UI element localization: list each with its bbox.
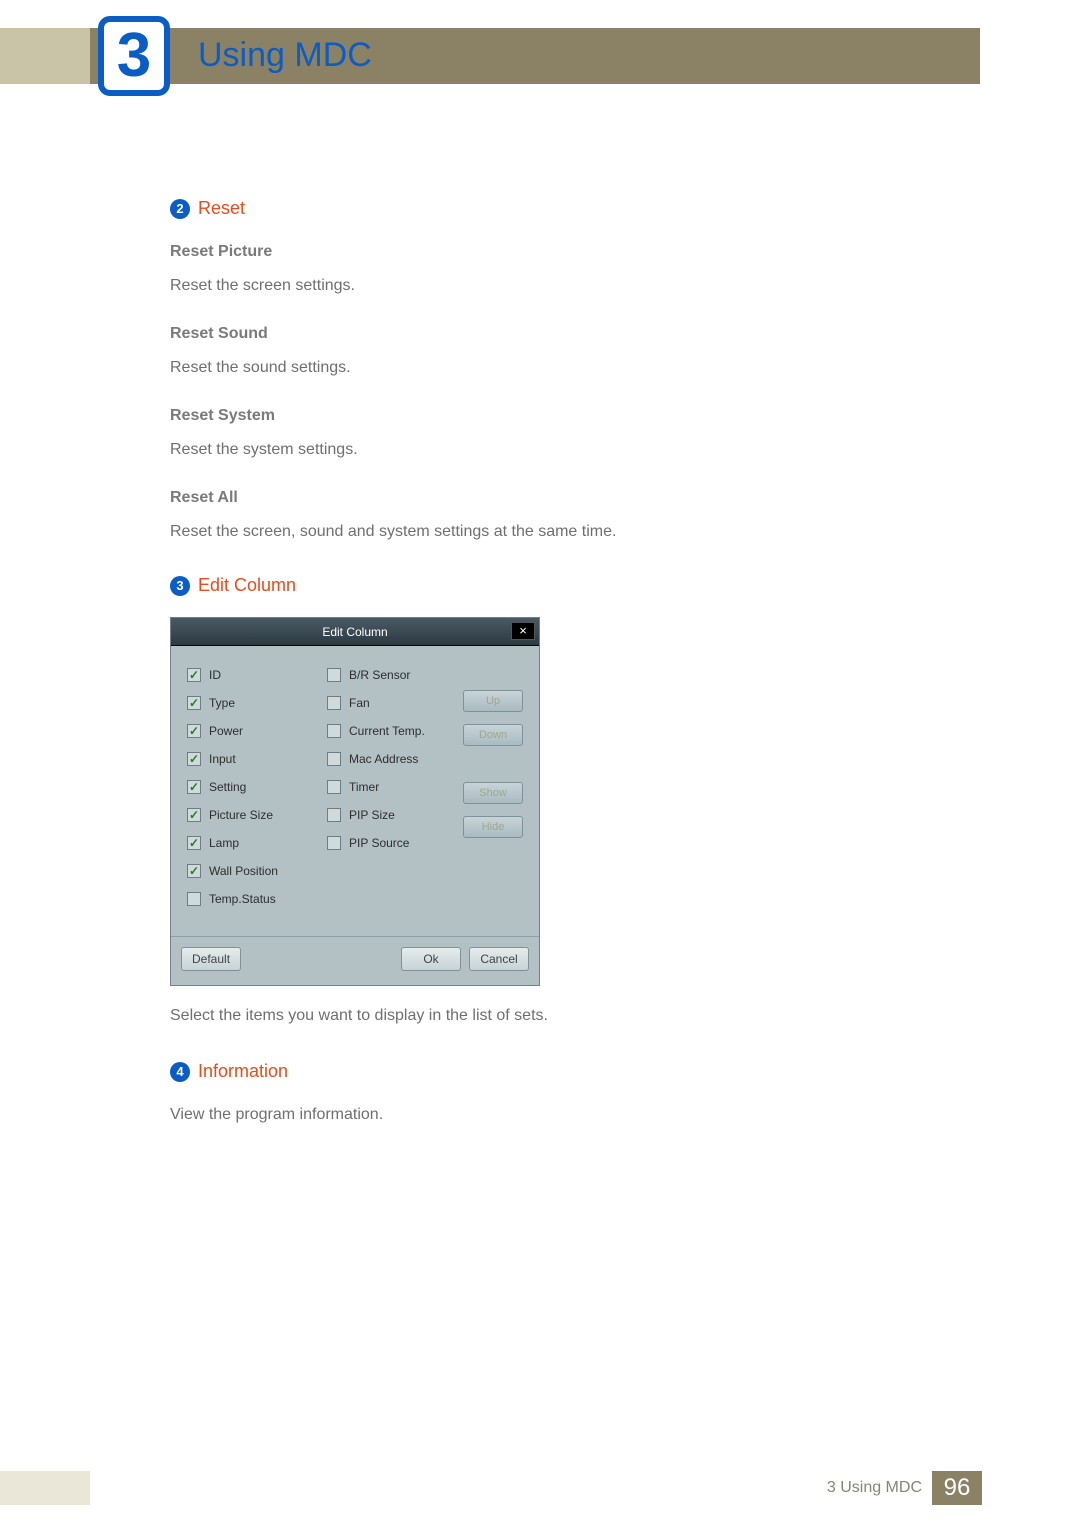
checkbox-icon — [187, 696, 201, 710]
page-number: 96 — [932, 1471, 982, 1505]
edit-column-dialog: Edit Column × ID Type Power Input Settin… — [170, 617, 540, 986]
bullet-4-icon: 4 — [170, 1062, 190, 1082]
checkbox-icon — [327, 668, 341, 682]
chapter-badge: 3 — [98, 16, 170, 96]
chk-picture-size[interactable]: Picture Size — [187, 806, 327, 824]
chk-temp-status[interactable]: Temp.Status — [187, 890, 327, 908]
chk-fan[interactable]: Fan — [327, 694, 457, 712]
section-information-title: Information — [198, 1058, 288, 1085]
section-editcolumn-title: Edit Column — [198, 572, 296, 599]
header-accent-left — [0, 28, 90, 84]
footer-chapter-label: 3 Using MDC — [827, 1479, 922, 1497]
checkbox-icon — [187, 808, 201, 822]
cancel-button[interactable]: Cancel — [469, 947, 529, 971]
chk-type[interactable]: Type — [187, 694, 327, 712]
section-information-heading: 4 Information — [170, 1058, 930, 1085]
bullet-2-icon: 2 — [170, 199, 190, 219]
reset-sound-heading: Reset Sound — [170, 322, 930, 346]
chk-timer[interactable]: Timer — [327, 778, 457, 796]
show-button[interactable]: Show — [463, 782, 523, 804]
section-reset-title: Reset — [198, 195, 245, 222]
checkbox-column-1: ID Type Power Input Setting Picture Size… — [187, 666, 327, 908]
dialog-title-text: Edit Column — [322, 623, 387, 641]
checkbox-icon — [187, 724, 201, 738]
chk-pip-source[interactable]: PIP Source — [327, 834, 457, 852]
dialog-footer: Default Ok Cancel — [171, 936, 539, 985]
down-button[interactable]: Down — [463, 724, 523, 746]
checkbox-icon — [327, 696, 341, 710]
checkbox-icon — [187, 836, 201, 850]
reset-picture-text: Reset the screen settings. — [170, 274, 930, 298]
chk-mac-address[interactable]: Mac Address — [327, 750, 457, 768]
checkbox-icon — [187, 668, 201, 682]
chapter-title: Using MDC — [198, 36, 372, 75]
footer-accent-left — [0, 1471, 90, 1505]
reset-picture-heading: Reset Picture — [170, 240, 930, 264]
chk-input[interactable]: Input — [187, 750, 327, 768]
chk-lamp[interactable]: Lamp — [187, 834, 327, 852]
chapter-number: 3 — [117, 25, 151, 87]
reset-all-heading: Reset All — [170, 486, 930, 510]
chk-current-temp[interactable]: Current Temp. — [327, 722, 457, 740]
chk-setting[interactable]: Setting — [187, 778, 327, 796]
close-icon: × — [519, 621, 527, 641]
information-caption: View the program information. — [170, 1103, 930, 1127]
reset-sound-text: Reset the sound settings. — [170, 356, 930, 380]
checkbox-icon — [187, 892, 201, 906]
chk-pip-size[interactable]: PIP Size — [327, 806, 457, 824]
bullet-3-icon: 3 — [170, 576, 190, 596]
dialog-side-buttons: Up Down Show Hide — [457, 666, 529, 908]
checkbox-icon — [187, 752, 201, 766]
dialog-titlebar: Edit Column × — [171, 618, 539, 646]
checkbox-icon — [327, 724, 341, 738]
checkbox-icon — [327, 752, 341, 766]
default-button[interactable]: Default — [181, 947, 241, 971]
up-button[interactable]: Up — [463, 690, 523, 712]
reset-all-text: Reset the screen, sound and system setti… — [170, 520, 930, 544]
chk-id[interactable]: ID — [187, 666, 327, 684]
reset-system-text: Reset the system settings. — [170, 438, 930, 462]
editcolumn-caption: Select the items you want to display in … — [170, 1004, 930, 1028]
chk-br-sensor[interactable]: B/R Sensor — [327, 666, 457, 684]
chk-power[interactable]: Power — [187, 722, 327, 740]
section-editcolumn-heading: 3 Edit Column — [170, 572, 930, 599]
page-footer: 3 Using MDC 96 — [0, 1471, 1080, 1505]
section-reset-heading: 2 Reset — [170, 195, 930, 222]
chk-wall-position[interactable]: Wall Position — [187, 862, 327, 880]
checkbox-icon — [327, 780, 341, 794]
checkbox-icon — [327, 808, 341, 822]
hide-button[interactable]: Hide — [463, 816, 523, 838]
reset-system-heading: Reset System — [170, 404, 930, 428]
dialog-close-button[interactable]: × — [511, 622, 535, 640]
checkbox-icon — [187, 780, 201, 794]
checkbox-column-2: B/R Sensor Fan Current Temp. Mac Address… — [327, 666, 457, 908]
checkbox-icon — [327, 836, 341, 850]
checkbox-icon — [187, 864, 201, 878]
ok-button[interactable]: Ok — [401, 947, 461, 971]
